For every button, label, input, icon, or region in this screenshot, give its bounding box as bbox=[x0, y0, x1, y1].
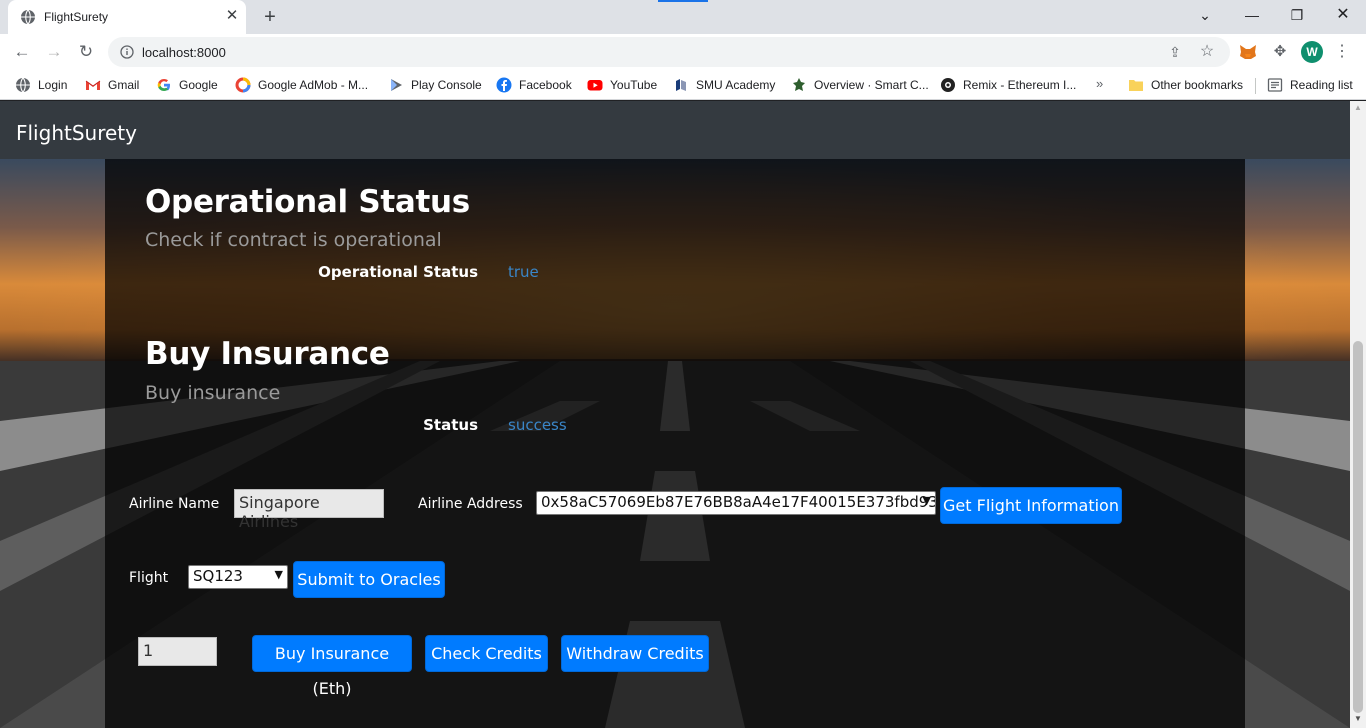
page-viewport: FlightSurety Operational Status Check if… bbox=[0, 101, 1350, 728]
more-bookmarks-icon[interactable]: » bbox=[1096, 76, 1103, 91]
bookmarks-bar: Login Gmail Google Google AdMob - M... P… bbox=[0, 70, 1366, 100]
back-icon[interactable]: ← bbox=[10, 40, 34, 64]
buy-insurance-button[interactable]: Buy Insurance (Eth) bbox=[252, 635, 412, 698]
scroll-down-icon[interactable]: ▼ bbox=[1354, 714, 1362, 723]
admob-icon bbox=[235, 77, 251, 93]
minimize-icon[interactable]: — bbox=[1240, 4, 1264, 26]
forward-icon[interactable]: → bbox=[42, 40, 66, 64]
page-scrollbar[interactable]: ▲ ▼ bbox=[1350, 101, 1366, 728]
gmail-icon bbox=[85, 80, 101, 90]
folder-icon bbox=[1129, 80, 1143, 91]
share-icon[interactable]: ⇪ bbox=[1164, 41, 1186, 63]
info-icon[interactable] bbox=[120, 45, 134, 59]
metamask-icon[interactable] bbox=[1238, 42, 1258, 62]
close-window-icon[interactable]: ✕ bbox=[1331, 4, 1355, 26]
bookmark-star-icon[interactable]: ☆ bbox=[1196, 41, 1218, 63]
youtube-icon bbox=[587, 80, 603, 91]
browser-tab[interactable]: FlightSurety ✕ bbox=[8, 0, 246, 34]
buy-insurance-subtitle: Buy insurance bbox=[145, 382, 281, 404]
google-icon bbox=[157, 79, 170, 91]
operational-status-subtitle: Check if contract is operational bbox=[145, 229, 442, 251]
bookmarks-separator bbox=[1255, 78, 1256, 94]
get-flight-information-button[interactable]: Get Flight Information bbox=[940, 487, 1122, 524]
browser-tabstrip: FlightSurety ✕ + ⌄ — ❐ ✕ bbox=[0, 0, 1366, 34]
reload-icon[interactable]: ↻ bbox=[74, 40, 98, 64]
flight-selected: SQ123 bbox=[193, 567, 243, 585]
tab-drag-indicator bbox=[658, 0, 708, 2]
operational-status-title: Operational Status bbox=[145, 184, 470, 220]
operational-status-label: Operational Status bbox=[318, 263, 478, 281]
tab-search-icon[interactable]: ⌄ bbox=[1193, 4, 1217, 26]
globe-icon bbox=[16, 77, 30, 93]
insurance-amount-input[interactable]: 1 bbox=[138, 637, 217, 666]
extensions-icon[interactable]: ✥ bbox=[1270, 42, 1290, 62]
airline-name-input[interactable]: Singapore Airlines bbox=[234, 489, 384, 531]
submit-to-oracles-button[interactable]: Submit to Oracles bbox=[293, 561, 445, 598]
tab-title: FlightSurety bbox=[44, 10, 109, 24]
withdraw-credits-button[interactable]: Withdraw Credits bbox=[561, 635, 709, 672]
address-bar[interactable]: localhost:8000 ⇪ ☆ bbox=[108, 37, 1230, 67]
facebook-icon bbox=[496, 77, 512, 93]
url-text: localhost:8000 bbox=[142, 45, 226, 60]
insurance-status-value: success bbox=[508, 416, 567, 434]
check-credits-button[interactable]: Check Credits bbox=[425, 635, 548, 672]
buy-insurance-title: Buy Insurance bbox=[145, 336, 390, 372]
browser-menu-icon[interactable]: ⋮ bbox=[1334, 41, 1350, 63]
operational-status-value: true bbox=[508, 263, 539, 281]
restore-icon[interactable]: ❐ bbox=[1285, 4, 1309, 26]
profile-avatar[interactable]: W bbox=[1301, 41, 1323, 63]
browser-toolbar: ← → ↻ localhost:8000 ⇪ ☆ ✥ W ⋮ bbox=[0, 34, 1366, 70]
play-console-icon bbox=[391, 79, 402, 91]
content-container: Operational Status Check if contract is … bbox=[105, 159, 1245, 728]
new-tab-icon[interactable]: + bbox=[258, 6, 282, 28]
tab-close-icon[interactable]: ✕ bbox=[224, 8, 240, 24]
flight-label: Flight bbox=[129, 570, 169, 586]
leaf-icon bbox=[793, 78, 805, 91]
flight-select[interactable]: SQ123 ▼ bbox=[188, 565, 288, 589]
globe-icon bbox=[21, 9, 35, 25]
scroll-thumb[interactable] bbox=[1353, 341, 1363, 713]
app-brand[interactable]: FlightSurety bbox=[16, 121, 137, 145]
airline-address-label: Airline Address bbox=[418, 496, 523, 512]
airline-address-select[interactable]: 0x58aC57069Eb87E76BB8aA4e17F40015E373fbd… bbox=[536, 491, 936, 515]
insurance-status-label: Status bbox=[423, 416, 478, 434]
remix-icon bbox=[941, 78, 955, 92]
app-navbar: FlightSurety bbox=[0, 101, 1350, 159]
chevron-down-icon: ▼ bbox=[274, 568, 283, 581]
scroll-up-icon[interactable]: ▲ bbox=[1354, 103, 1362, 112]
airline-address-selected: 0x58aC57069Eb87E76BB8aA4e17F40015E373fbd… bbox=[541, 493, 936, 511]
airline-name-label: Airline Name bbox=[129, 496, 220, 512]
smu-icon bbox=[676, 79, 686, 91]
chevron-down-icon: ▼ bbox=[922, 494, 931, 507]
reading-list-icon bbox=[1267, 78, 1283, 92]
